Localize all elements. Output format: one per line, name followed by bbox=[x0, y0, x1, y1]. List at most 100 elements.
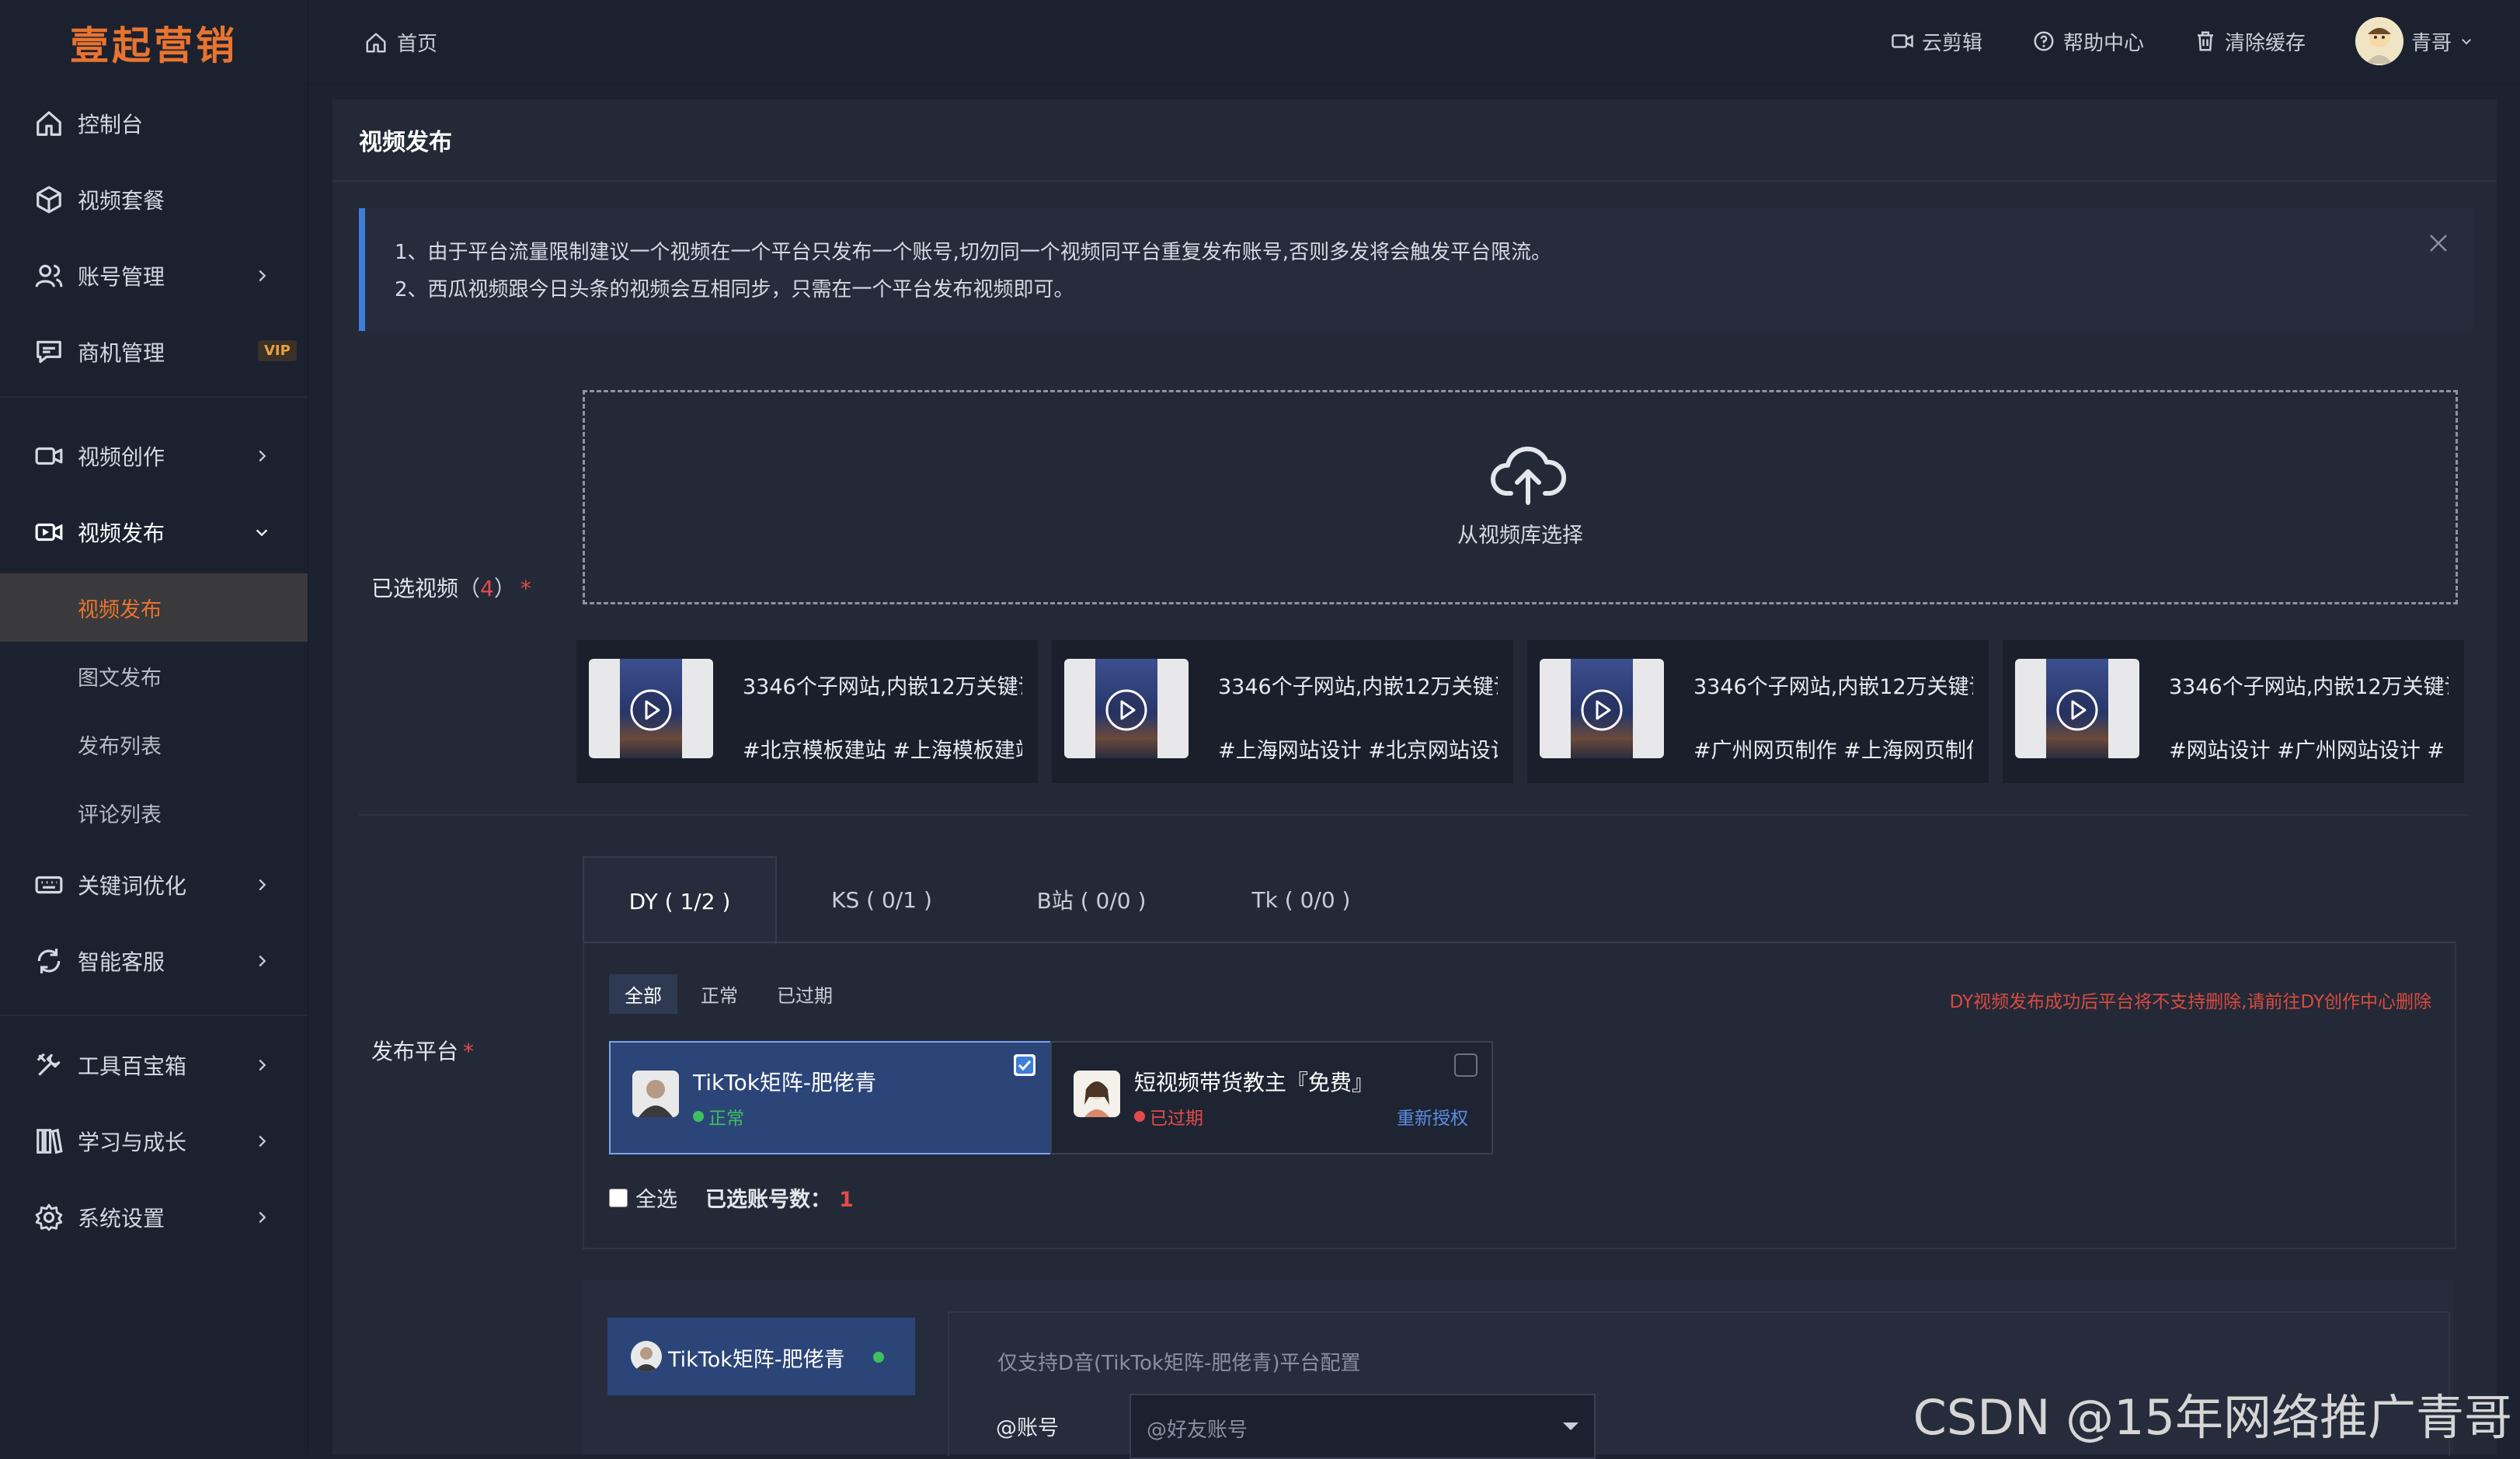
sidebar-subitem-comment-list[interactable]: 评论列表 bbox=[0, 778, 308, 847]
sidebar-item-smart-service[interactable]: 智能客服 bbox=[0, 923, 308, 999]
avatar[interactable] bbox=[2355, 17, 2403, 65]
chevron-right-icon bbox=[259, 450, 266, 462]
sidebar-item-label: 学习与成长 bbox=[78, 1130, 187, 1155]
sidebar-item-account-management[interactable]: 账号管理 bbox=[0, 238, 308, 314]
video-thumbnail[interactable] bbox=[2015, 659, 2139, 758]
selected-count-value: 1 bbox=[839, 1188, 854, 1212]
video-title: 3346个子网站,内嵌12万关键词 bbox=[1693, 675, 1973, 699]
platform-tabs: DY ( 1/2 ) KS ( 0/1 ) B站 ( 0/0 ) Tk ( 0/… bbox=[583, 856, 2453, 945]
refresh-icon bbox=[37, 949, 61, 973]
chat-icon bbox=[37, 340, 61, 364]
sidebar-subitem-image-publish[interactable]: 图文发布 bbox=[0, 642, 308, 710]
upload-from-library[interactable]: 从视频库选择 bbox=[583, 390, 2458, 604]
tab-ks[interactable]: KS ( 0/1 ) bbox=[777, 856, 987, 943]
video-thumbnail[interactable] bbox=[1064, 659, 1189, 758]
filter-normal[interactable]: 正常 bbox=[685, 974, 754, 1014]
account-avatar bbox=[1074, 1071, 1120, 1117]
video-title: 3346个子网站,内嵌12万关键词 bbox=[1218, 675, 1498, 699]
filter-all[interactable]: 全部 bbox=[609, 974, 677, 1014]
video-camera-icon bbox=[35, 447, 63, 465]
sidebar-item-label: 视频发布 bbox=[78, 521, 165, 546]
video-thumbnail[interactable] bbox=[1540, 659, 1664, 758]
tab-bilibili[interactable]: B站 ( 0/0 ) bbox=[987, 856, 1196, 943]
account-card-selected[interactable]: TikTok矩阵-肥佬青 正常 bbox=[609, 1041, 1052, 1154]
status-dot bbox=[693, 1111, 704, 1122]
video-card[interactable]: 3346个子网站,内嵌12万关键词 #广州网页制作 #上海网页制作 bbox=[1527, 640, 1989, 783]
top-actions: 云剪辑 帮助中心 清除缓存 青哥 bbox=[1891, 17, 2473, 65]
video-card[interactable]: 3346个子网站,内嵌12万关键词 #上海网站设计 #北京网站设计 bbox=[1052, 640, 1513, 783]
home-icon bbox=[37, 111, 61, 136]
sidebar-item-video-package[interactable]: 视频套餐 bbox=[0, 162, 308, 238]
config-account-tab[interactable]: TikTok矩阵-肥佬青 bbox=[607, 1318, 915, 1395]
sidebar-item-keyword-optimization[interactable]: 关键词优化 bbox=[0, 847, 308, 923]
cloud-edit-button[interactable]: 云剪辑 bbox=[1891, 27, 1982, 56]
sidebar-subitem-label: 发布列表 bbox=[78, 734, 162, 759]
video-card[interactable]: 3346个子网站,内嵌12万关键词 #北京模板建站 #上海模板建站 bbox=[576, 640, 1038, 783]
notice-banner: 1、由于平台流量限制建议一个视频在一个平台只发布一个账号,切勿同一个视频同平台重… bbox=[359, 208, 2473, 331]
chevron-down-icon bbox=[256, 529, 268, 537]
user-avatar-icon bbox=[1074, 1071, 1120, 1117]
select-all-checkbox[interactable] bbox=[609, 1188, 628, 1207]
chevron-right-icon bbox=[259, 1211, 266, 1224]
cube-icon bbox=[37, 186, 61, 214]
account-filters: 全部 正常 已过期 bbox=[609, 974, 848, 1014]
sidebar-subitem-publish-list[interactable]: 发布列表 bbox=[0, 710, 308, 778]
status-dot bbox=[1134, 1111, 1145, 1122]
dy-delete-warning: DY视频发布成功后平台将不支持删除,请前往DY创作中心删除 bbox=[1949, 992, 2431, 1012]
sidebar-item-video-creation[interactable]: 视频创作 bbox=[0, 418, 308, 494]
publish-platform-text: 发布平台 bbox=[371, 1039, 459, 1064]
sidebar-item-label: 控制台 bbox=[78, 112, 144, 138]
at-account-select[interactable]: @好友账号 bbox=[1129, 1394, 1596, 1459]
sidebar-item-label: 智能客服 bbox=[78, 949, 165, 975]
publish-platform-label: 发布平台 * bbox=[371, 1035, 474, 1066]
play-icon bbox=[630, 689, 672, 731]
sidebar-subitem-video-publish[interactable]: 视频发布 bbox=[0, 573, 308, 642]
watermark: CSDN @15年网络推广青哥 bbox=[1913, 1389, 2512, 1446]
video-tags: #上海网站设计 #北京网站设计 bbox=[1218, 739, 1498, 763]
caret-down-icon bbox=[1563, 1422, 1578, 1430]
select-all[interactable]: 全选 bbox=[609, 1182, 677, 1213]
sidebar-item-business-management[interactable]: 商机管理 VIP bbox=[0, 314, 308, 390]
sidebar-item-toolbox[interactable]: 工具百宝箱 bbox=[0, 1027, 308, 1103]
upload-text: 从视频库选择 bbox=[1457, 524, 1583, 548]
selected-videos-count: 4 bbox=[480, 576, 494, 601]
sidebar-item-system-settings[interactable]: 系统设置 bbox=[0, 1179, 308, 1255]
video-card[interactable]: 3346个子网站,内嵌12万关键词 #网站设计 #广州网站设计 # bbox=[2003, 640, 2464, 783]
sidebar: 壹起营销 控制台 视频套餐 账号管理 商机管理 VIP 视频创作 视频发布 视频… bbox=[0, 0, 308, 1454]
sidebar-item-dashboard[interactable]: 控制台 bbox=[0, 85, 308, 162]
gear-icon bbox=[35, 1203, 63, 1231]
main-card: 视频发布 1、由于平台流量限制建议一个视频在一个平台只发布一个账号,切勿同一个视… bbox=[332, 99, 2497, 1459]
account-card[interactable]: 短视频带货教主『免费』 已过期 重新授权 bbox=[1050, 1041, 1493, 1154]
reauthorize-link[interactable]: 重新授权 bbox=[1397, 1103, 1468, 1130]
chevron-right-icon bbox=[259, 955, 266, 967]
sidebar-item-label: 工具百宝箱 bbox=[78, 1053, 187, 1079]
user-avatar-icon bbox=[2355, 17, 2403, 65]
sidebar-item-label: 商机管理 bbox=[78, 340, 165, 366]
account-status-text: 已过期 bbox=[1150, 1109, 1203, 1129]
close-icon[interactable] bbox=[2427, 232, 2450, 255]
tab-tk[interactable]: Tk ( 0/0 ) bbox=[1196, 856, 1406, 943]
status-dot bbox=[873, 1352, 884, 1363]
sidebar-item-video-publish[interactable]: 视频发布 bbox=[0, 494, 308, 570]
video-thumbnail[interactable] bbox=[589, 659, 713, 758]
checkbox-icon[interactable] bbox=[1454, 1053, 1478, 1077]
chevron-right-icon bbox=[259, 1059, 266, 1071]
sidebar-item-learning[interactable]: 学习与成长 bbox=[0, 1103, 308, 1179]
help-icon bbox=[2034, 31, 2054, 51]
help-center-button[interactable]: 帮助中心 bbox=[2032, 27, 2144, 56]
sidebar-item-label: 视频创作 bbox=[78, 444, 165, 470]
notice-line-2: 2、西瓜视频跟今日头条的视频会互相同步，只需在一个平台发布视频即可。 bbox=[395, 278, 1074, 301]
breadcrumb-home[interactable]: 首页 bbox=[397, 28, 437, 57]
user-menu[interactable]: 青哥 bbox=[2355, 17, 2473, 65]
brand-logo[interactable]: 壹起营销 bbox=[0, 0, 308, 85]
chevron-down-icon bbox=[2462, 39, 2471, 45]
user-avatar-icon bbox=[631, 1341, 662, 1372]
username: 青哥 bbox=[2410, 31, 2452, 55]
filter-expired[interactable]: 已过期 bbox=[761, 974, 848, 1014]
tab-dy[interactable]: DY ( 1/2 ) bbox=[583, 856, 777, 945]
clear-cache-button[interactable]: 清除缓存 bbox=[2194, 27, 2306, 56]
topbar: 首页 云剪辑 帮助中心 清除缓存 青哥 bbox=[308, 0, 2520, 85]
checkbox-checked-icon[interactable] bbox=[1013, 1053, 1036, 1077]
breadcrumb[interactable]: 首页 bbox=[364, 28, 437, 57]
sidebar-item-label: 账号管理 bbox=[78, 264, 165, 290]
